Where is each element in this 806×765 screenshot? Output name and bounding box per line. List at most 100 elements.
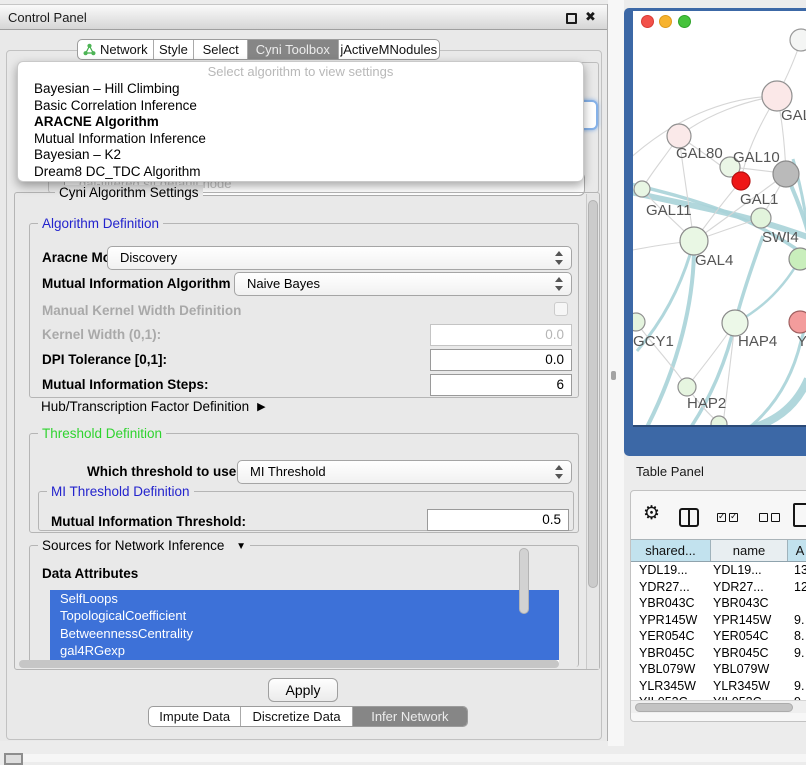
- network-node[interactable]: [634, 181, 650, 197]
- network-node[interactable]: [789, 248, 806, 270]
- algorithm-option-mutual-information-inference[interactable]: Mutual Information Inference: [18, 131, 583, 148]
- node-label-gcy1: GCY1: [633, 333, 674, 350]
- table-cell: 13: [789, 562, 806, 579]
- mi-type-combo[interactable]: Naive Bayes: [234, 272, 572, 296]
- network-node[interactable]: [680, 227, 708, 255]
- table-row[interactable]: YLR345WYLR345W9.: [631, 678, 806, 695]
- mi-threshold-label: Mutual Information Threshold:: [51, 514, 246, 529]
- corner-widget[interactable]: [4, 753, 23, 765]
- tab-select[interactable]: Select: [193, 40, 247, 59]
- control-panel-titlebar[interactable]: Control Panel ✖: [0, 4, 607, 30]
- tab-label: Impute Data: [159, 709, 230, 724]
- hub-definition-label: Hub/Transcription Factor Definition: [41, 399, 249, 414]
- table-row[interactable]: YDL19...YDL19...13: [631, 562, 806, 579]
- tab-label: Select: [203, 42, 239, 57]
- float-icon[interactable]: [566, 13, 577, 24]
- attribute-item-selfloops[interactable]: SelfLoops: [50, 590, 559, 607]
- table-cell: YDR27...: [631, 579, 711, 596]
- network-node[interactable]: [751, 208, 771, 228]
- attribute-item-topologicalcoefficient[interactable]: TopologicalCoefficient: [50, 607, 559, 624]
- table-row[interactable]: YBR045CYBR045C9.: [631, 645, 806, 662]
- mi-threshold-field[interactable]: 0.5: [427, 509, 569, 531]
- algorithm-option-bayesian-k2[interactable]: Bayesian – K2: [18, 147, 583, 164]
- algorithm-dropdown-popup: Select algorithm to view settings Bayesi…: [17, 61, 584, 182]
- network-view-window[interactable]: GALGAL80GAL10GAL11GAL1SWI4GAL4GCY1HAP4YH…: [624, 8, 806, 456]
- table-cell: 8.: [789, 628, 806, 645]
- table-row[interactable]: YER054CYER054C8.: [631, 628, 806, 645]
- hub-definition-expander[interactable]: Hub/Transcription Factor Definition ▶: [41, 399, 266, 414]
- tab-network[interactable]: Network: [78, 40, 153, 59]
- settings-horizontal-scrollbar[interactable]: [17, 659, 583, 669]
- tab-impute-data[interactable]: Impute Data: [149, 707, 240, 726]
- node-label-y: Y: [797, 333, 806, 350]
- algorithm-option-basic-correlation-inference[interactable]: Basic Correlation Inference: [18, 98, 583, 115]
- bottom-strip: [18, 754, 806, 762]
- aracne-mode-value: Discovery: [120, 250, 177, 265]
- manual-kernel-label: Manual Kernel Width Definition: [42, 303, 241, 318]
- uncheck-all-icon[interactable]: [759, 513, 780, 522]
- table-cell: 12: [789, 579, 806, 596]
- table-cell: YBR043C: [711, 595, 789, 612]
- attribute-item-betweennesscentrality[interactable]: BetweennessCentrality: [50, 625, 559, 642]
- settings-vertical-scrollbar[interactable]: [586, 194, 599, 669]
- table-row[interactable]: YPR145WYPR145W9.: [631, 612, 806, 629]
- expander-right-icon[interactable]: ▶: [257, 401, 265, 413]
- network-node[interactable]: [633, 313, 645, 331]
- network-canvas[interactable]: GALGAL80GAL10GAL11GAL1SWI4GAL4GCY1HAP4YH…: [633, 11, 806, 425]
- tab-label: Discretize Data: [253, 709, 341, 724]
- divider-grip-icon[interactable]: [611, 371, 616, 380]
- table-cell: YPR145W: [711, 612, 789, 629]
- combo-spinner-icon: [555, 464, 564, 480]
- table-cell: 9.: [789, 645, 806, 662]
- close-icon[interactable]: ✖: [585, 9, 596, 25]
- table-row[interactable]: YDR27...YDR27...12: [631, 579, 806, 596]
- network-node[interactable]: [732, 172, 750, 190]
- network-node[interactable]: [790, 29, 806, 51]
- file-icon[interactable]: [793, 503, 806, 527]
- manual-kernel-checkbox[interactable]: [554, 302, 568, 316]
- table-cell: YBR045C: [631, 645, 711, 662]
- algorithm-option-aracne-algorithm[interactable]: ARACNE Algorithm: [18, 114, 583, 131]
- column-header-name[interactable]: name: [711, 540, 788, 561]
- algorithm-option-bayesian-hill-climbing[interactable]: Bayesian – Hill Climbing: [18, 81, 583, 98]
- cyni-mode-tab-bar: Impute Data Discretize Data Infer Network: [148, 706, 468, 727]
- node-label-gal: GAL: [781, 107, 806, 124]
- table-cell: 9.: [789, 612, 806, 629]
- check-all-icon[interactable]: [717, 513, 738, 522]
- data-attributes-list[interactable]: SelfLoopsTopologicalCoefficientBetweenne…: [50, 590, 559, 663]
- table-horizontal-scrollbar[interactable]: [631, 700, 806, 713]
- tab-style[interactable]: Style: [153, 40, 194, 59]
- combo-spinner-icon: [555, 250, 564, 266]
- sources-group: Sources for Network Inference ▼ Data Att…: [29, 545, 579, 667]
- columns-icon[interactable]: [679, 508, 699, 527]
- node-label-gal11: GAL11: [646, 202, 692, 219]
- algorithm-option-dream8-dc-tdc-algorithm[interactable]: Dream8 DC_TDC Algorithm: [18, 164, 583, 181]
- gear-icon[interactable]: ⚙: [643, 502, 660, 525]
- kernel-width-field[interactable]: 0.0: [430, 324, 572, 346]
- tab-infer-network[interactable]: Infer Network: [352, 707, 467, 726]
- mi-type-value: Naive Bayes: [247, 276, 320, 291]
- tab-cyni-toolbox[interactable]: Cyni Toolbox: [247, 40, 338, 59]
- tab-discretize-data[interactable]: Discretize Data: [240, 707, 351, 726]
- tab-label: Network: [100, 42, 148, 57]
- apply-button[interactable]: Apply: [268, 678, 338, 702]
- table-row[interactable]: YBR043CYBR043C: [631, 595, 806, 612]
- which-threshold-value: MI Threshold: [250, 464, 326, 479]
- mi-steps-field[interactable]: 6: [430, 374, 572, 396]
- aracne-mode-combo[interactable]: Discovery: [107, 246, 572, 270]
- column-header-shared[interactable]: shared...: [631, 540, 711, 561]
- mi-threshold-group: MI Threshold Definition Mutual Informati…: [38, 491, 574, 531]
- attribute-item-gal4rgexp[interactable]: gal4RGexp: [50, 642, 559, 659]
- algorithm-dropdown-prompt: Select algorithm to view settings: [18, 62, 583, 81]
- expander-down-icon[interactable]: ▼: [236, 541, 246, 552]
- network-node[interactable]: [789, 311, 806, 333]
- network-node[interactable]: [678, 378, 696, 396]
- attributes-scrollbar[interactable]: [519, 548, 531, 614]
- column-header-a[interactable]: A: [788, 540, 806, 561]
- control-panel-tab-bar: Network Style Select Cyni ToolboxjActiveMNo…: [77, 39, 440, 60]
- which-threshold-combo[interactable]: MI Threshold: [237, 460, 572, 484]
- table-row[interactable]: YBL079WYBL079W: [631, 661, 806, 678]
- mi-threshold-group-title: MI Threshold Definition: [47, 484, 194, 499]
- tab-jactivemnodules[interactable]: jActiveMNodules: [338, 40, 439, 59]
- dpi-tolerance-field[interactable]: 0.0: [430, 349, 572, 371]
